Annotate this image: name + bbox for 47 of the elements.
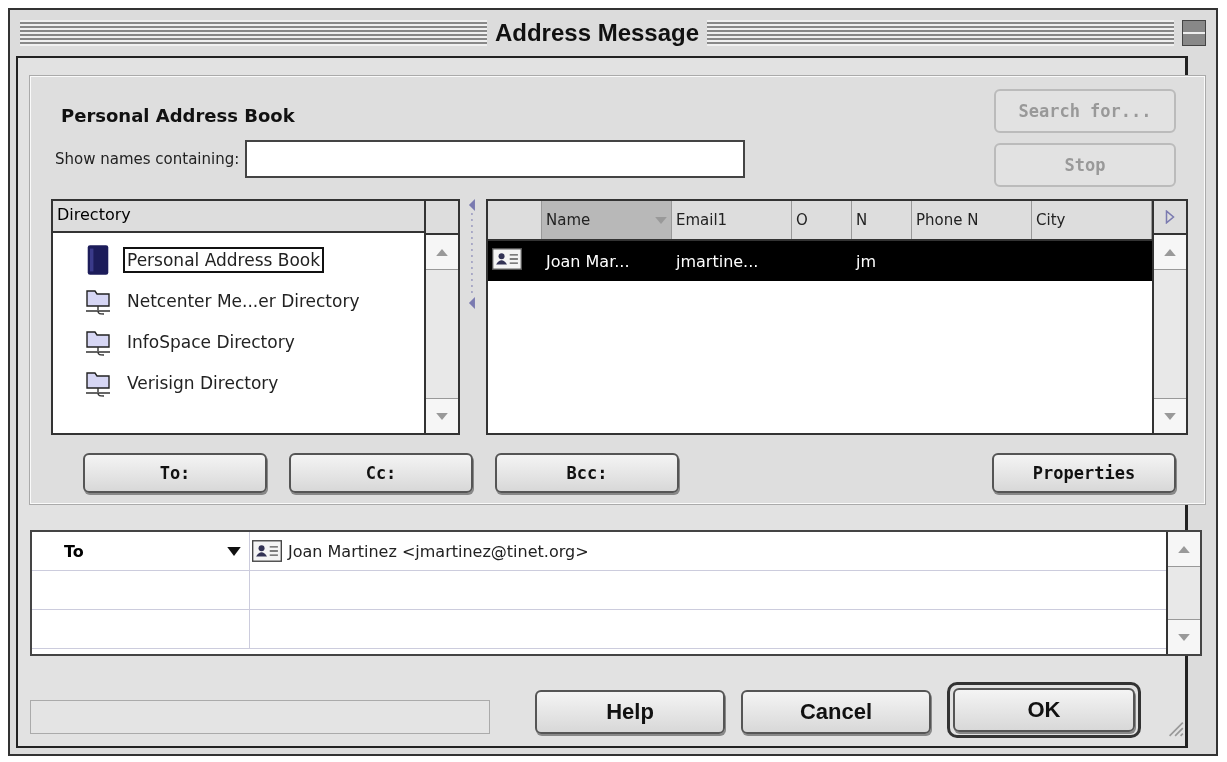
column-header[interactable]: Name — [542, 201, 672, 239]
scroll-right-icon[interactable] — [1165, 210, 1175, 224]
properties-button[interactable]: Properties — [992, 453, 1176, 493]
address-book-heading: Personal Address Book — [61, 105, 296, 126]
directory-name: InfoSpace Directory — [126, 330, 296, 354]
result-row[interactable]: Joan Mar... jmartine... jm — [488, 241, 1152, 281]
cc-button[interactable]: Cc: — [289, 453, 473, 493]
table-cell: jmartine... — [676, 251, 759, 271]
directory-item[interactable]: Verisign Directory — [53, 362, 425, 403]
contact-card-icon — [492, 248, 522, 270]
scroll-down-icon[interactable] — [1178, 633, 1190, 641]
scrollbar[interactable] — [1166, 532, 1200, 654]
column-header[interactable]: O — [792, 201, 852, 239]
table-cell: Joan Mar... — [546, 251, 630, 271]
table-cell: jm — [856, 251, 877, 271]
scroll-down-icon[interactable] — [1164, 412, 1176, 420]
recipient-address[interactable]: Joan Martinez <jmartinez@tinet.org> — [288, 541, 589, 561]
directory-item[interactable]: Personal Address Book — [53, 239, 425, 280]
scroll-up-icon[interactable] — [1164, 248, 1176, 256]
help-button[interactable]: Help — [535, 690, 725, 734]
scroll-down-icon[interactable] — [436, 412, 449, 420]
to-button[interactable]: To: — [83, 453, 267, 493]
directory-name: Personal Address Book — [123, 246, 325, 273]
splitter-handle[interactable] — [466, 199, 478, 309]
bcc-button[interactable]: Bcc: — [495, 453, 679, 493]
sort-icon — [655, 216, 667, 224]
directory-name: Netcenter Me...er Directory — [126, 289, 361, 313]
scrollbar[interactable] — [1152, 201, 1186, 433]
filter-label: Show names containing: — [55, 150, 240, 168]
scrollbar[interactable] — [424, 201, 459, 433]
recipient-type[interactable]: To — [64, 541, 84, 561]
contact-card-icon — [252, 540, 282, 562]
cancel-button[interactable]: Cancel — [741, 690, 931, 734]
scroll-up-icon[interactable] — [1178, 545, 1190, 553]
column-header[interactable]: Phone N — [912, 201, 1032, 239]
window-title: Address Message — [494, 19, 700, 47]
column-header[interactable]: N — [852, 201, 912, 239]
column-header[interactable]: Email1 — [672, 201, 792, 239]
column-header[interactable]: Directory — [53, 201, 425, 233]
collapse-box-icon[interactable] — [1182, 20, 1206, 46]
directory-name: Verisign Directory — [126, 371, 280, 395]
dropdown-icon[interactable] — [227, 546, 241, 556]
directory-item[interactable]: Netcenter Me...er Directory — [53, 280, 425, 321]
directory-item[interactable]: InfoSpace Directory — [53, 321, 425, 362]
ok-button[interactable]: OK — [953, 688, 1135, 732]
filter-field[interactable] — [245, 140, 746, 178]
scroll-up-icon[interactable] — [436, 248, 449, 256]
